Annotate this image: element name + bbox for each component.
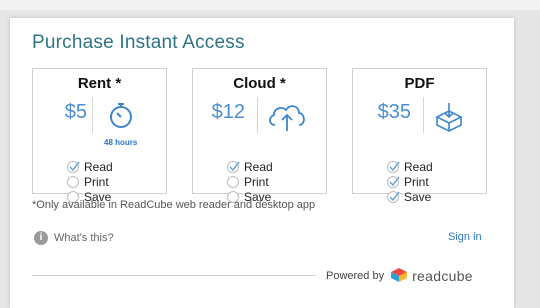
top-strip (0, 0, 540, 10)
feature-print: Print (67, 174, 109, 189)
stopwatch-icon (101, 97, 141, 135)
unchecked-icon (227, 175, 239, 188)
feature-label: Print (84, 174, 109, 189)
feature-save: Save (387, 189, 431, 204)
option-name: Cloud * (233, 75, 286, 92)
feature-label: Read (244, 159, 273, 174)
page-title: Purchase Instant Access (32, 32, 245, 53)
whats-this-link[interactable]: i What's this? (34, 231, 114, 245)
checked-icon (227, 160, 240, 173)
info-icon: i (34, 231, 48, 245)
feature-label: Save (404, 189, 432, 204)
feature-label: Print (404, 174, 429, 189)
divider (423, 97, 424, 133)
rent-hours-caption: 48 hours (104, 138, 138, 147)
cloud-upload-icon (265, 97, 305, 135)
purchase-panel: Purchase Instant Access Rent * $5 48 hou… (10, 18, 514, 308)
feature-print: Print (387, 174, 429, 189)
option-price: $35 (377, 101, 411, 123)
checked-icon (387, 175, 400, 188)
divider (92, 97, 93, 133)
checked-icon (67, 160, 80, 173)
feature-label: Read (84, 159, 113, 174)
option-cloud[interactable]: Cloud * $12 Read Print Save (192, 68, 327, 204)
feature-print: Print (227, 174, 269, 189)
availability-note: *Only available in ReadCube web reader a… (32, 199, 316, 211)
option-pdf[interactable]: PDF $35 Read Print Save (352, 68, 487, 204)
footer-divider (32, 275, 316, 276)
unchecked-icon (67, 175, 79, 188)
readcube-brand[interactable]: readcube (412, 268, 473, 284)
checked-icon (387, 160, 400, 173)
option-rent[interactable]: Rent * $5 48 hours Read Print Save (32, 68, 167, 204)
powered-by-label: Powered by (326, 270, 385, 282)
download-box-icon (429, 97, 469, 135)
powered-by: Powered by readcube (326, 267, 473, 286)
feature-read: Read (227, 159, 273, 174)
divider (257, 97, 258, 133)
option-name: PDF (404, 75, 435, 92)
option-name: Rent * (77, 75, 122, 92)
feature-read: Read (387, 159, 433, 174)
checked-icon (387, 190, 400, 203)
sign-in-link[interactable]: Sign in (448, 231, 482, 243)
feature-label: Print (244, 174, 269, 189)
feature-read: Read (67, 159, 113, 174)
readcube-logo-icon (390, 267, 408, 286)
option-price: $5 (64, 101, 87, 123)
feature-label: Read (404, 159, 433, 174)
whats-this-label: What's this? (54, 232, 114, 244)
option-price: $12 (211, 101, 245, 123)
